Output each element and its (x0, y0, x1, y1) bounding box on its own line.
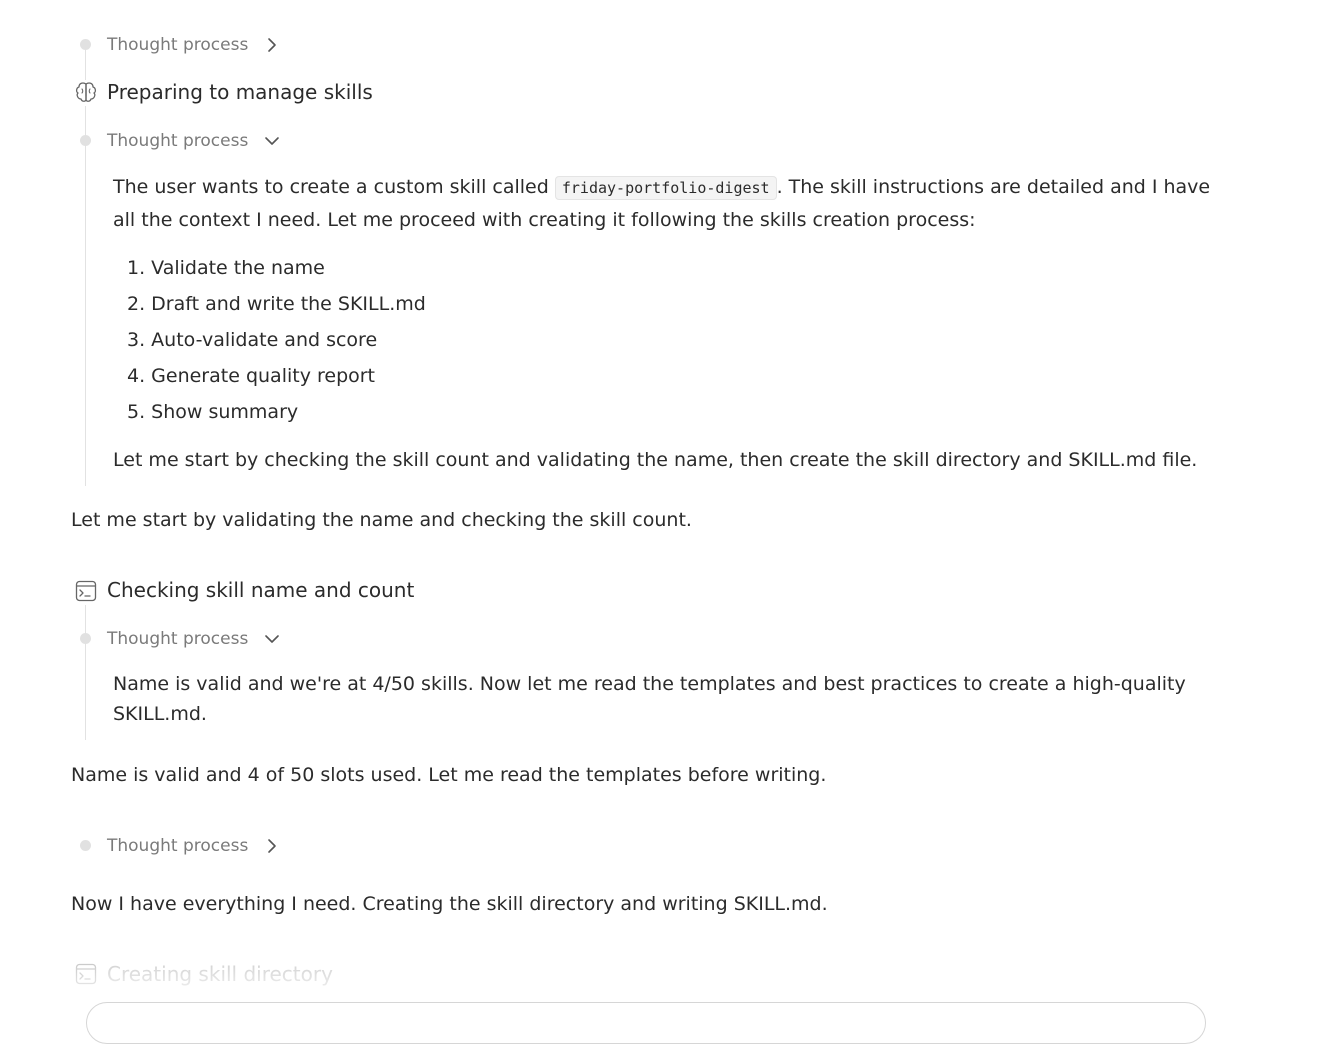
chevron-down-icon (265, 635, 280, 643)
timeline-dot (80, 633, 91, 644)
thought-paragraph: Name is valid and we're at 4/50 skills. … (113, 673, 1186, 725)
assistant-message: Now I have everything I need. Creating t… (71, 893, 828, 915)
timeline-dot (80, 39, 91, 50)
skill-name-code: friday-portfolio-digest (554, 176, 777, 200)
thought-text: The user wants to create a custom skill … (113, 176, 549, 198)
list-item: 4. Generate quality report (127, 365, 376, 387)
thought-process-label: Thought process (107, 35, 249, 55)
thought-paragraph: The user wants to create a custom skill … (113, 171, 1233, 236)
list-item: 1. Validate the name (127, 257, 325, 279)
list-item: 3. Auto-validate and score (127, 329, 378, 351)
thought-process-toggle[interactable]: Thought process (107, 627, 280, 651)
chevron-right-icon (268, 839, 277, 853)
step-title: Preparing to manage skills (107, 80, 373, 104)
thought-process-label: Thought process (107, 629, 249, 649)
timeline-dot (80, 135, 91, 146)
step-title: Checking skill name and count (107, 578, 415, 602)
timeline-line (85, 50, 86, 80)
thought-process-toggle[interactable]: Thought process (107, 129, 280, 153)
terminal-icon (75, 963, 97, 985)
list-item: 2. Draft and write the SKILL.md (127, 293, 426, 315)
list-item: 5. Show summary (127, 401, 299, 423)
brain-icon (75, 82, 97, 102)
process-steps-list: 1. Validate the name 2. Draft and write … (127, 250, 426, 430)
terminal-icon (75, 580, 97, 602)
thought-process-toggle[interactable]: Thought process (107, 834, 280, 858)
timeline-line (85, 106, 86, 486)
thought-process-label: Thought process (107, 836, 249, 856)
timeline-line (85, 605, 86, 740)
thought-process-toggle[interactable]: Thought process (107, 33, 280, 57)
timeline-dot (80, 840, 91, 851)
thought-closing-text: Let me start by checking the skill count… (113, 449, 1198, 471)
thought-process-label: Thought process (107, 131, 249, 151)
chevron-down-icon (265, 137, 280, 145)
step-title: Creating skill directory (107, 962, 333, 986)
chevron-right-icon (268, 38, 277, 52)
assistant-message: Name is valid and 4 of 50 slots used. Le… (71, 764, 827, 786)
assistant-message: Let me start by validating the name and … (71, 509, 692, 531)
message-composer[interactable] (86, 1002, 1206, 1044)
